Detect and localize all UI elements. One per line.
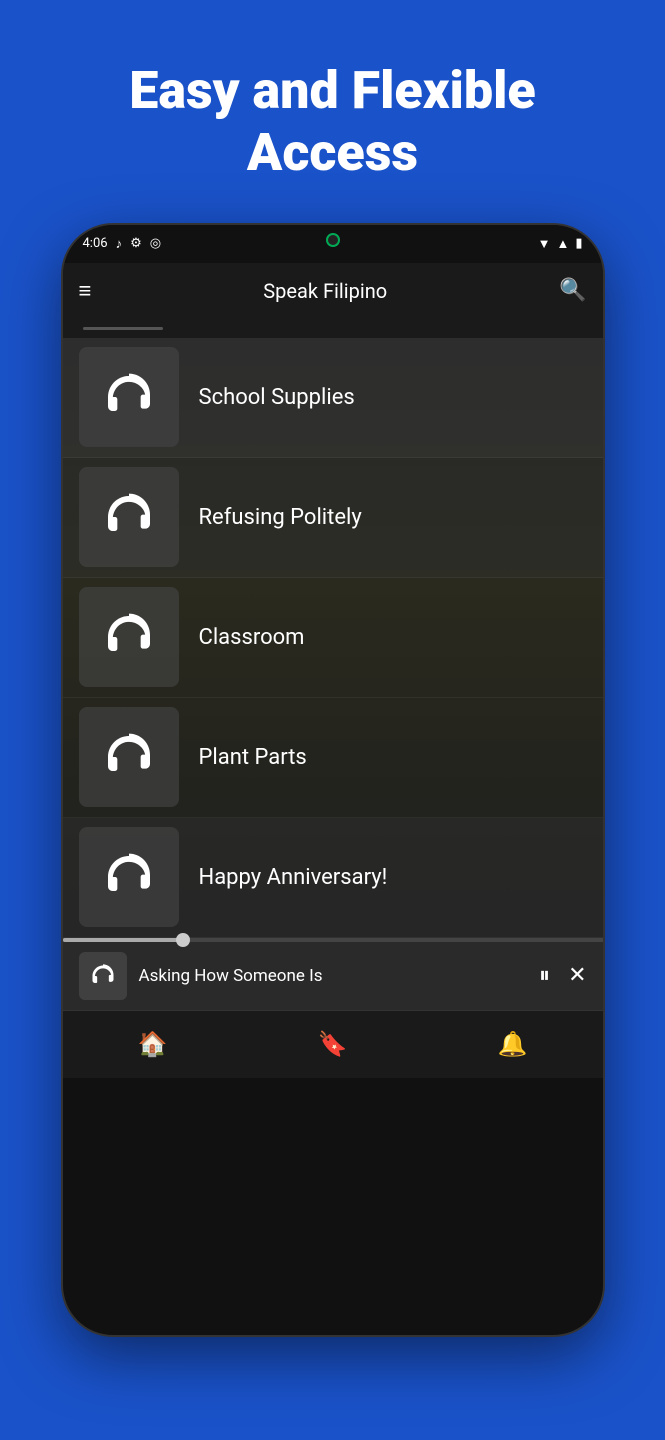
item-thumbnail-1: [79, 347, 179, 447]
nav-item-home[interactable]: 🏠: [63, 1030, 243, 1058]
headphones-icon-4: [101, 729, 157, 785]
player-thumbnail: [79, 952, 127, 1000]
signal-circle-icon: ◎: [150, 236, 161, 251]
list-item[interactable]: Happy Anniversary!: [63, 818, 603, 938]
status-right-icons: ▼ ▲ ▮: [538, 236, 583, 252]
headphones-icon-1: [101, 369, 157, 425]
headphones-icon-2: [101, 489, 157, 545]
pause-button[interactable]: ⏸: [539, 963, 550, 988]
list-item[interactable]: Classroom: [63, 578, 603, 698]
content-list: School Supplies Refusing Politely Classr…: [63, 338, 603, 938]
bell-icon: 🔔: [498, 1030, 528, 1058]
bottom-nav: 🏠 🔖 🔔: [63, 1010, 603, 1078]
status-bar: 4:06 ♪ ⚙ ◎ ▼ ▲ ▮: [63, 225, 603, 263]
nav-item-notifications[interactable]: 🔔: [423, 1030, 603, 1058]
battery-icon: ▮: [575, 236, 582, 251]
signal-bars-icon: ▲: [556, 236, 569, 252]
item-thumbnail-3: [79, 587, 179, 687]
hero-title: Easy and Flexible Access: [0, 0, 665, 225]
list-item[interactable]: Refusing Politely: [63, 458, 603, 578]
music-icon: ♪: [116, 236, 123, 252]
item-thumbnail-4: [79, 707, 179, 807]
player-track-title: Asking How Someone Is: [139, 966, 528, 986]
item-thumbnail-2: [79, 467, 179, 567]
scroll-line: [83, 327, 163, 330]
app-title: Speak Filipino: [263, 279, 387, 303]
player-headphones-icon: [89, 962, 117, 990]
scroll-indicator: [63, 319, 603, 338]
item-label-4: Plant Parts: [199, 745, 307, 770]
status-left: 4:06 ♪ ⚙ ◎: [83, 236, 162, 252]
item-label-1: School Supplies: [199, 385, 355, 410]
player-bar: Asking How Someone Is ⏸ ✕: [63, 938, 603, 1010]
bookmark-icon: 🔖: [318, 1030, 348, 1058]
player-content: Asking How Someone Is ⏸ ✕: [63, 942, 603, 1010]
player-progress-bar[interactable]: [63, 938, 603, 942]
wifi-icon: ▼: [538, 236, 551, 252]
time-display: 4:06: [83, 236, 108, 251]
item-label-2: Refusing Politely: [199, 505, 362, 530]
close-button[interactable]: ✕: [568, 963, 586, 988]
phone-mockup: 4:06 ♪ ⚙ ◎ ▼ ▲ ▮ ≡ Speak Filipino 🔍: [63, 225, 603, 1335]
app-bar: ≡ Speak Filipino 🔍: [63, 263, 603, 319]
hamburger-menu-icon[interactable]: ≡: [79, 278, 92, 304]
item-label-3: Classroom: [199, 625, 305, 650]
item-thumbnail-5: [79, 827, 179, 927]
home-icon: 🏠: [138, 1030, 168, 1058]
player-progress-fill: [63, 938, 182, 942]
player-progress-thumb[interactable]: [176, 933, 190, 947]
camera-notch: [326, 233, 340, 247]
settings-status-icon: ⚙: [130, 236, 142, 251]
search-icon[interactable]: 🔍: [559, 278, 586, 303]
headphones-icon-5: [101, 849, 157, 905]
player-controls: ⏸ ✕: [539, 963, 586, 988]
nav-item-bookmark[interactable]: 🔖: [243, 1030, 423, 1058]
list-item[interactable]: School Supplies: [63, 338, 603, 458]
item-label-5: Happy Anniversary!: [199, 865, 388, 890]
list-item[interactable]: Plant Parts: [63, 698, 603, 818]
headphones-icon-3: [101, 609, 157, 665]
